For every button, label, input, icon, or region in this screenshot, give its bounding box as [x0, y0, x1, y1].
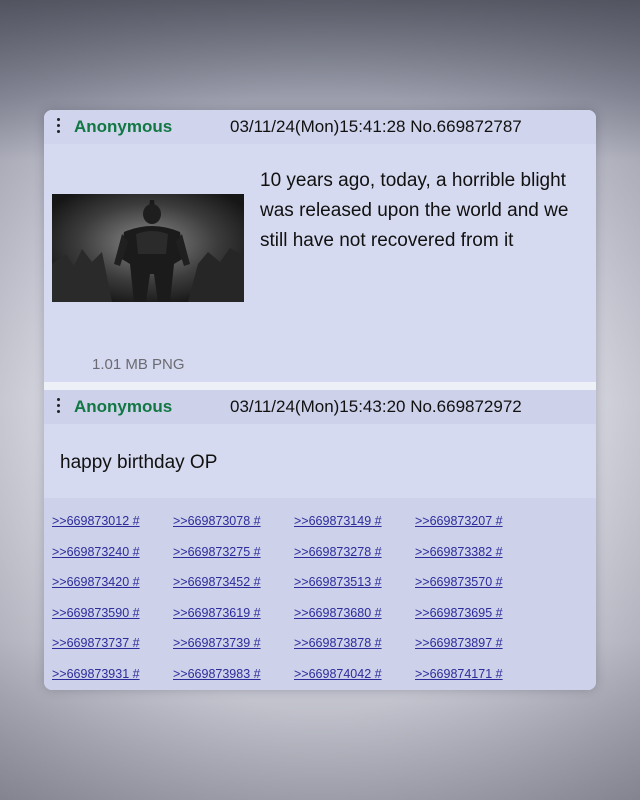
- post-menu-icon[interactable]: [56, 118, 62, 136]
- reply-link[interactable]: >>669873739 #: [173, 636, 291, 650]
- reply-link[interactable]: >>669873737 #: [52, 636, 170, 650]
- reply-row: >>669873012 # >>669873078 # >>669873149 # >…: [52, 512, 592, 543]
- reply-link[interactable]: >>669873420 #: [52, 575, 170, 589]
- reply-link[interactable]: >>669873149 #: [294, 514, 412, 528]
- post-menu-icon[interactable]: [56, 398, 62, 416]
- post-body: happy birthday OP: [60, 452, 218, 473]
- armored-knight-image: [52, 194, 244, 302]
- post-body: 10 years ago, today, a horrible blight w…: [260, 170, 569, 251]
- op-post: Anonymous 03/11/24(Mon)15:41:28 No.66987…: [44, 110, 596, 382]
- reply-link[interactable]: >>669873275 #: [173, 545, 291, 559]
- thread-card: Anonymous 03/11/24(Mon)15:41:28 No.66987…: [44, 110, 596, 690]
- reply-link[interactable]: >>669873931 #: [52, 667, 170, 681]
- reply-row: >>669873420 # >>669873452 # >>669873513 # >…: [52, 573, 592, 604]
- post-divider: [44, 382, 596, 390]
- reply-link[interactable]: >>669873878 #: [294, 636, 412, 650]
- reply-link[interactable]: >>669873619 #: [173, 606, 291, 620]
- reply-link[interactable]: >>669873382 #: [415, 545, 533, 559]
- poster-name[interactable]: Anonymous: [74, 397, 172, 417]
- reply-link[interactable]: >>669873897 #: [415, 636, 533, 650]
- reply-link[interactable]: >>669873278 #: [294, 545, 412, 559]
- file-info[interactable]: 1.01 MB PNG: [92, 356, 185, 373]
- reply-row: >>669873931 # >>669873983 # >>669874042 # >…: [52, 665, 592, 691]
- reply-link[interactable]: >>669873012 #: [52, 514, 170, 528]
- reply-link[interactable]: >>669873452 #: [173, 575, 291, 589]
- reply-post: Anonymous 03/11/24(Mon)15:43:20 No.66987…: [44, 390, 596, 498]
- reply-link[interactable]: >>669873680 #: [294, 606, 412, 620]
- reply-row: >>669873590 # >>669873619 # >>669873680 # >…: [52, 604, 592, 635]
- reply-link[interactable]: >>669873513 #: [294, 575, 412, 589]
- reply-link[interactable]: >>669873983 #: [173, 667, 291, 681]
- post-meta[interactable]: 03/11/24(Mon)15:41:28 No.669872787: [230, 117, 522, 137]
- reply-row: >>669873737 # >>669873739 # >>669873878 # >…: [52, 634, 592, 665]
- reply-row: >>669873240 # >>669873275 # >>669873278 # >…: [52, 543, 592, 574]
- reply-link[interactable]: >>669873570 #: [415, 575, 533, 589]
- reply-link[interactable]: >>669873078 #: [173, 514, 291, 528]
- poster-name[interactable]: Anonymous: [74, 117, 172, 137]
- post-thumbnail[interactable]: [52, 194, 244, 302]
- reply-links-grid: >>669873012 # >>669873078 # >>669873149 # >…: [52, 512, 592, 690]
- reply-link[interactable]: >>669873240 #: [52, 545, 170, 559]
- post-header: Anonymous 03/11/24(Mon)15:41:28 No.66987…: [44, 110, 596, 144]
- reply-link[interactable]: >>669874042 #: [294, 667, 412, 681]
- reply-link[interactable]: >>669873695 #: [415, 606, 533, 620]
- post-header: Anonymous 03/11/24(Mon)15:43:20 No.66987…: [44, 390, 596, 424]
- reply-link[interactable]: >>669874171 #: [415, 667, 533, 681]
- replies-section: >>669873012 # >>669873078 # >>669873149 # >…: [44, 498, 596, 690]
- post-meta[interactable]: 03/11/24(Mon)15:43:20 No.669872972: [230, 397, 522, 417]
- reply-link[interactable]: >>669873207 #: [415, 514, 533, 528]
- reply-link[interactable]: >>669873590 #: [52, 606, 170, 620]
